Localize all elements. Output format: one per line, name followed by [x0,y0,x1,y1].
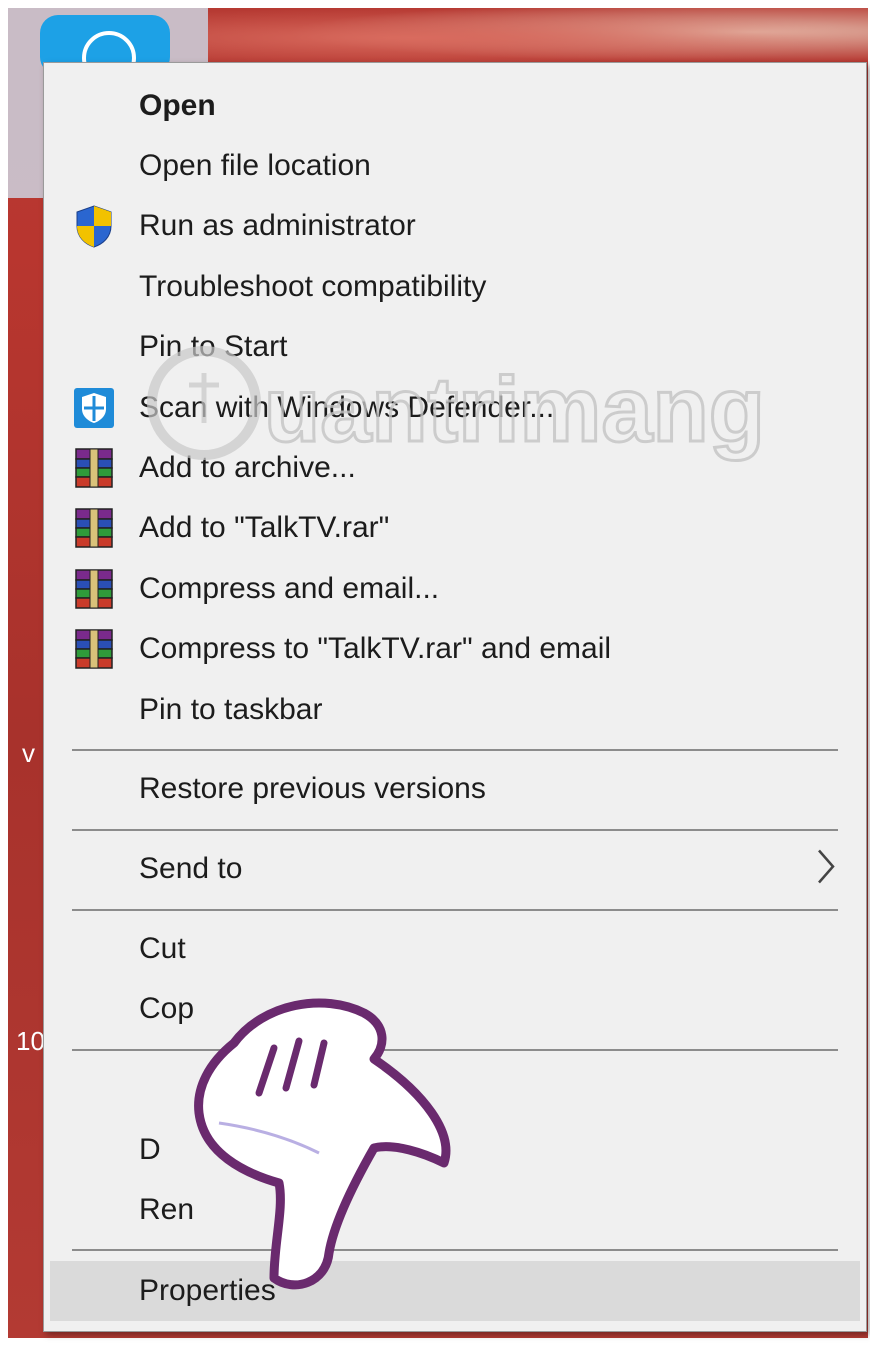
menu-item-label: D [139,1133,161,1166]
menu-separator [72,1249,838,1251]
menu-item-add-to-archive[interactable]: Add to archive... [50,439,860,497]
chevron-right-icon [816,849,836,890]
menu-item-run-as-administrator[interactable]: Run as administrator [50,197,860,255]
winrar-icon [72,446,116,490]
menu-item-cut[interactable]: Cut [50,920,860,978]
winrar-icon [72,567,116,611]
menu-item-label: Restore previous versions [139,772,486,805]
menu-item-create-shortcut[interactable]: cut [50,1060,860,1118]
menu-item-compress-to-rar-and-email[interactable]: Compress to "TalkTV.rar" and email [50,620,860,678]
menu-separator [72,909,838,911]
menu-item-label: Open file location [139,149,371,182]
menu-item-compress-and-email[interactable]: Compress and email... [50,560,860,618]
menu-separator [72,829,838,831]
menu-item-scan-with-defender[interactable]: Scan with Windows Defender... [50,379,860,437]
menu-item-label: Pin to Start [139,330,288,363]
menu-item-label: Properties [139,1274,276,1307]
context-menu: Open Open file location Run as administr… [43,62,867,1332]
menu-item-open-file-location[interactable]: Open file location [50,137,860,195]
menu-item-label: Compress to "TalkTV.rar" and email [139,632,612,665]
menu-item-label: Add to "TalkTV.rar" [139,511,390,544]
desktop-edge-text: 10 [16,1026,45,1056]
menu-item-label: Troubleshoot compatibility [139,270,487,303]
menu-item-label: Run as administrator [139,209,416,242]
menu-item-label: Ren [139,1193,195,1226]
menu-item-rename[interactable]: Ren [50,1181,860,1239]
winrar-icon [72,627,116,671]
menu-item-label: cut [294,1072,335,1105]
menu-item-label: Compress and email... [139,572,440,605]
menu-item-send-to[interactable]: Send to [50,840,860,898]
winrar-icon [72,506,116,550]
windows-defender-icon [72,386,116,430]
menu-item-label: Scan with Windows Defender... [139,391,555,424]
menu-item-label: Cop [139,992,195,1025]
menu-item-troubleshoot-compatibility[interactable]: Troubleshoot compatibility [50,258,860,316]
menu-item-delete[interactable]: D [50,1121,860,1179]
menu-separator [72,1049,838,1051]
menu-item-properties[interactable]: Properties [50,1261,860,1321]
menu-item-restore-previous-versions[interactable]: Restore previous versions [50,760,860,818]
wallpaper-highlight [208,8,868,68]
desktop-edge-text: v [22,738,35,768]
menu-item-pin-to-start[interactable]: Pin to Start [50,318,860,376]
menu-separator [72,749,838,751]
menu-item-open[interactable]: Open [50,77,860,135]
menu-item-pin-to-taskbar[interactable]: Pin to taskbar [50,681,860,739]
menu-item-label: Send to [139,852,243,885]
menu-item-label: Open [139,89,216,122]
menu-item-label: Pin to taskbar [139,693,323,726]
menu-item-label: Add to archive... [139,451,356,484]
menu-item-label: Cut [139,932,186,965]
menu-item-add-to-rar[interactable]: Add to "TalkTV.rar" [50,499,860,557]
uac-shield-icon [72,204,116,248]
menu-item-copy[interactable]: Cop [50,980,860,1038]
